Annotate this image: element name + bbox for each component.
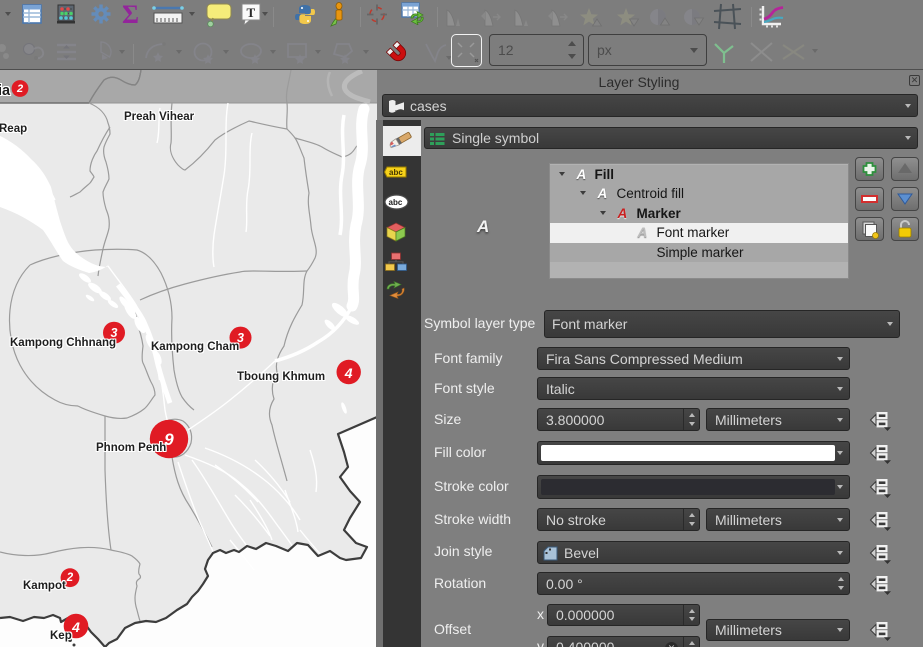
svg-text:T: T [247,5,256,20]
svg-text:abc: abc [389,198,403,207]
svg-text:abc: abc [389,168,403,177]
